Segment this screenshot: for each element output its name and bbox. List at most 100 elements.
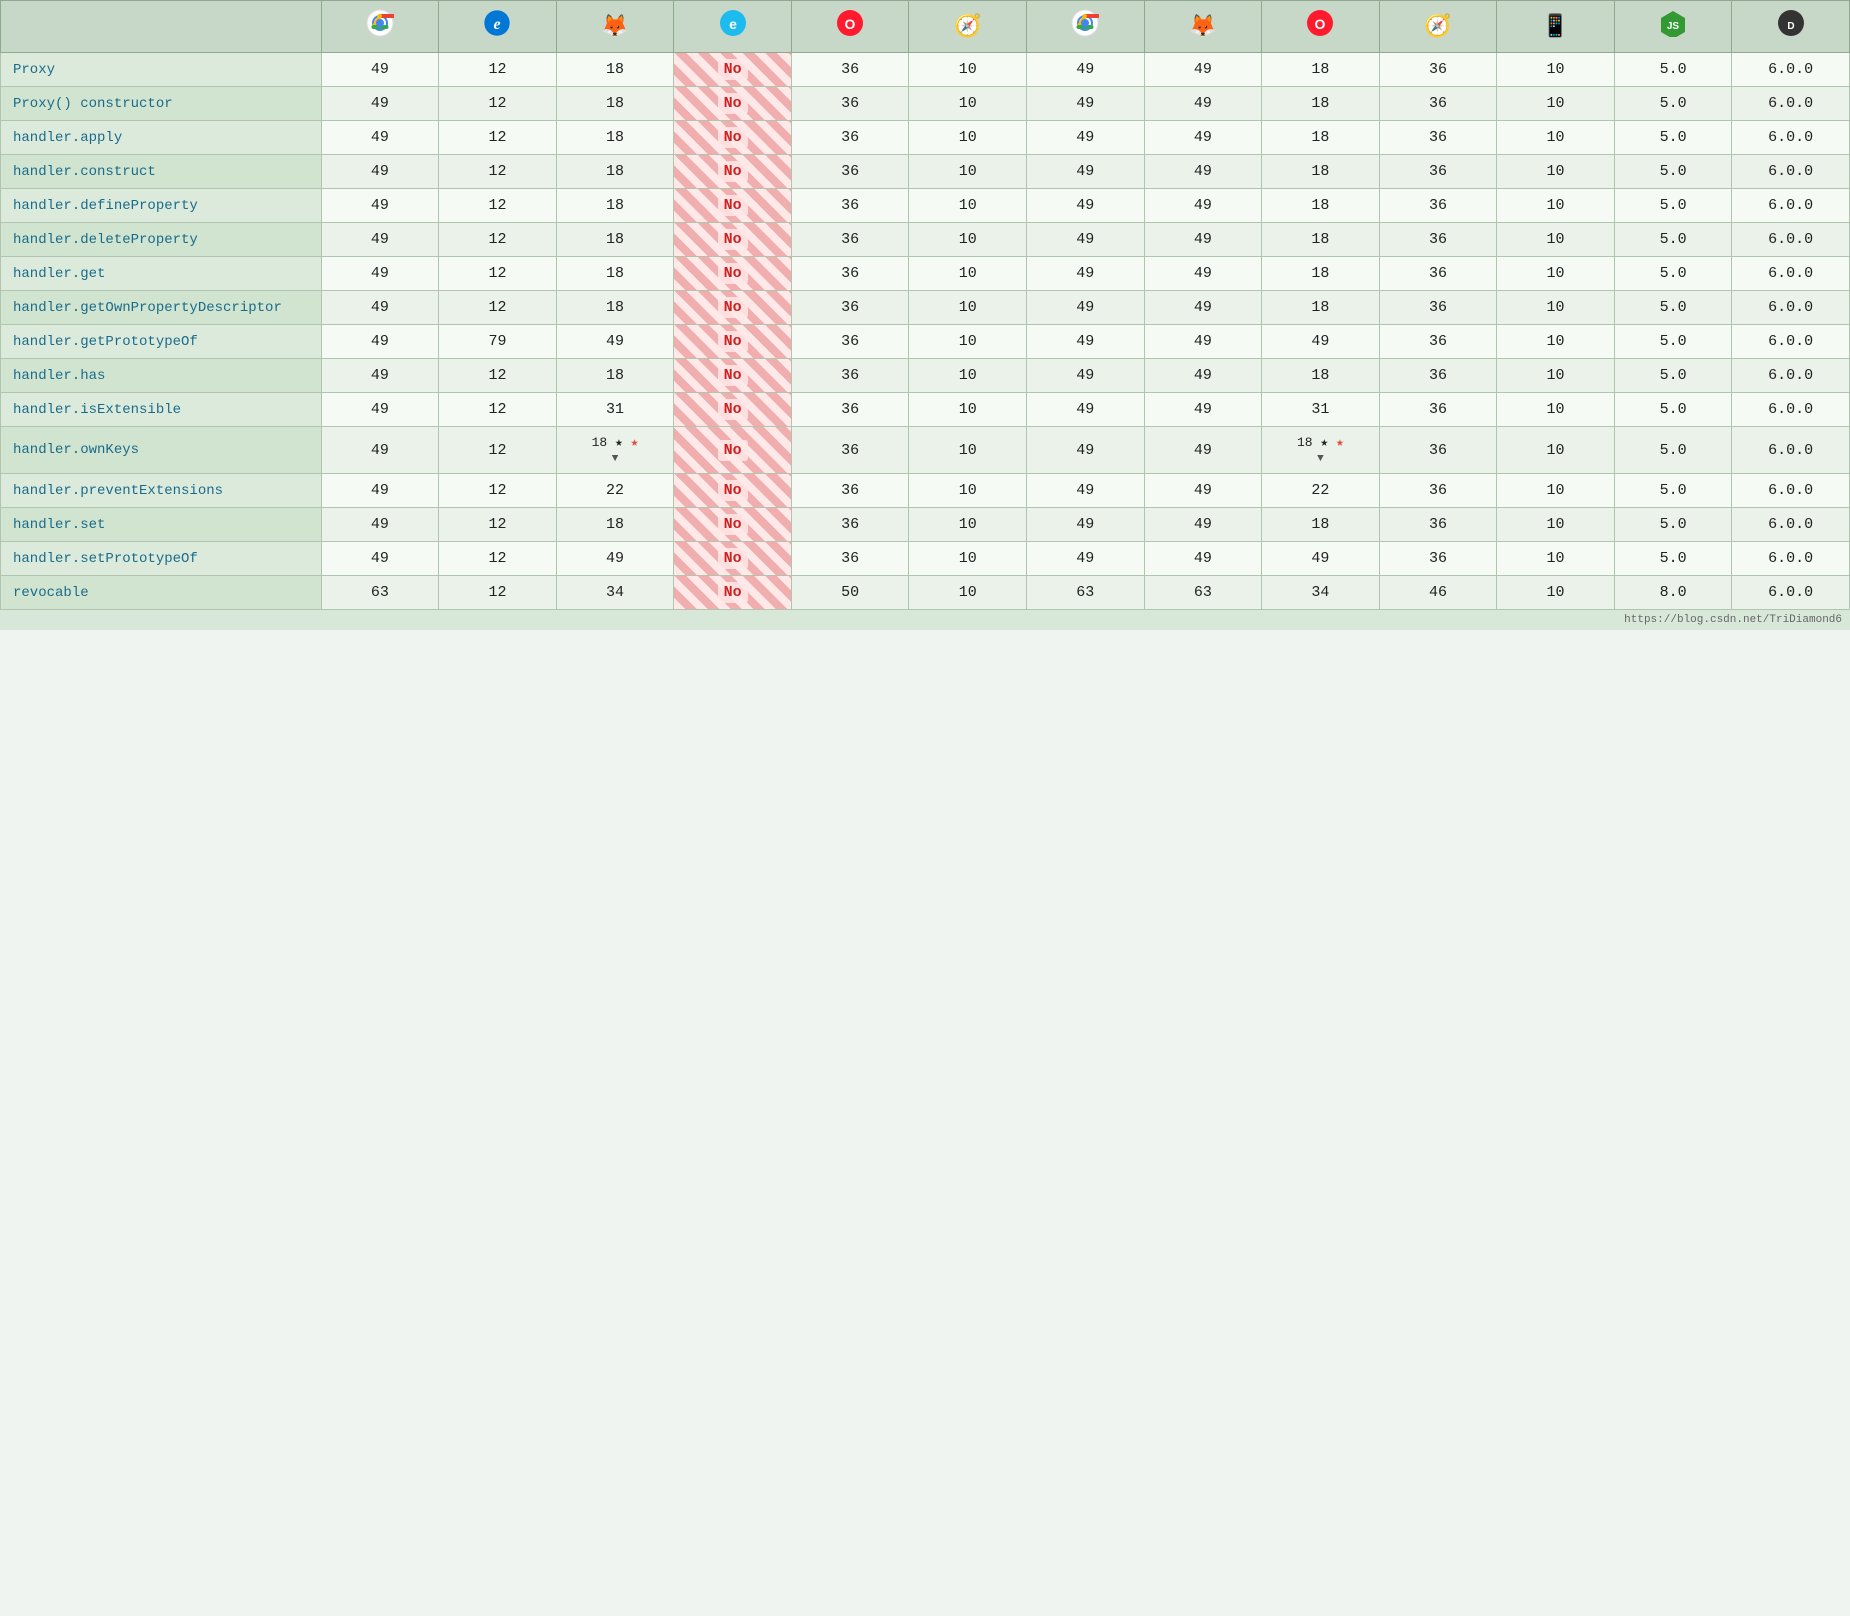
chrome-android-col-header	[1027, 1, 1145, 53]
no-support-cell: No	[674, 121, 792, 155]
table-row: Proxy491218No361049491836105.06.0.0	[1, 53, 1850, 87]
version-cell: 5.0	[1614, 257, 1732, 291]
version-cell: 18	[1262, 87, 1380, 121]
version-cell: 5.0	[1614, 121, 1732, 155]
version-cell: 18	[1262, 223, 1380, 257]
version-cell: 5.0	[1614, 474, 1732, 508]
version-cell: 10	[1497, 53, 1615, 87]
version-cell: 10	[1497, 325, 1615, 359]
version-cell: 49	[1027, 257, 1145, 291]
version-cell: 34	[1262, 576, 1380, 610]
version-cell: 10	[1497, 427, 1615, 474]
version-cell: 10	[909, 291, 1027, 325]
version-cell: 50	[791, 576, 909, 610]
version-cell: 79	[439, 325, 557, 359]
version-cell: 36	[791, 474, 909, 508]
version-cell: 6.0.0	[1732, 223, 1850, 257]
version-cell: 49	[1144, 542, 1262, 576]
version-cell: 49	[321, 53, 439, 87]
version-cell: 49	[1027, 121, 1145, 155]
no-support-cell: No	[674, 325, 792, 359]
version-cell: 31	[1262, 393, 1380, 427]
safari-ios-col-header: 🧭	[1379, 1, 1497, 53]
version-cell: 18	[556, 155, 674, 189]
no-support-cell: No	[674, 53, 792, 87]
version-cell: 5.0	[1614, 325, 1732, 359]
version-cell: 18	[556, 53, 674, 87]
version-cell: 18	[1262, 155, 1380, 189]
version-cell: 18	[1262, 291, 1380, 325]
version-cell: 12	[439, 576, 557, 610]
version-cell: 36	[791, 508, 909, 542]
version-cell: 49	[1027, 87, 1145, 121]
version-cell: 49	[321, 291, 439, 325]
version-cell: 36	[791, 359, 909, 393]
version-cell: 49	[1144, 257, 1262, 291]
version-cell: 10	[909, 189, 1027, 223]
no-support-cell: No	[674, 155, 792, 189]
version-cell: 49	[321, 325, 439, 359]
version-cell: 49	[1027, 291, 1145, 325]
version-cell: 49	[1144, 508, 1262, 542]
version-cell: 49	[1262, 325, 1380, 359]
version-cell: 34	[556, 576, 674, 610]
samsung-icon: 📱	[1542, 14, 1569, 40]
table-row: handler.deleteProperty491218No3610494918…	[1, 223, 1850, 257]
version-cell: 18	[556, 508, 674, 542]
svg-text:e: e	[494, 16, 501, 33]
version-cell: 10	[1497, 393, 1615, 427]
version-cell: 36	[791, 325, 909, 359]
opera-icon: O	[836, 9, 864, 44]
no-support-cell: No	[674, 542, 792, 576]
version-cell: 10	[1497, 474, 1615, 508]
version-cell: 49	[1027, 325, 1145, 359]
version-cell: 18	[1262, 508, 1380, 542]
version-cell: 49	[1027, 223, 1145, 257]
version-cell: 49	[321, 189, 439, 223]
svg-text:e: e	[729, 16, 737, 32]
no-support-cell: No	[674, 223, 792, 257]
table-row: handler.isExtensible491231No361049493136…	[1, 393, 1850, 427]
no-support-cell: No	[674, 189, 792, 223]
compatibility-table-container: e 🦊 e	[0, 0, 1850, 630]
version-cell: 5.0	[1614, 291, 1732, 325]
version-cell: 36	[1379, 121, 1497, 155]
version-cell: 49	[1144, 121, 1262, 155]
version-cell: 6.0.0	[1732, 155, 1850, 189]
table-row: handler.apply491218No361049491836105.06.…	[1, 121, 1850, 155]
version-cell: 49	[1144, 189, 1262, 223]
feature-name-cell: handler.get	[1, 257, 322, 291]
version-cell: 18 ★ ★▼	[1262, 427, 1380, 474]
version-cell: 36	[791, 189, 909, 223]
version-cell: 49	[1144, 291, 1262, 325]
chrome-col-header	[321, 1, 439, 53]
header-row: e 🦊 e	[1, 1, 1850, 53]
nodejs-col-header: JS	[1614, 1, 1732, 53]
version-cell: 5.0	[1614, 359, 1732, 393]
version-cell: 18	[556, 359, 674, 393]
version-cell: 12	[439, 223, 557, 257]
version-cell: 36	[1379, 325, 1497, 359]
version-cell: 12	[439, 53, 557, 87]
version-cell: 10	[909, 542, 1027, 576]
version-cell: 49	[1144, 359, 1262, 393]
firefox-android-col-header: 🦊	[1144, 1, 1262, 53]
feature-col-header	[1, 1, 322, 53]
version-cell: 5.0	[1614, 427, 1732, 474]
version-cell: 49	[321, 542, 439, 576]
version-cell: 18	[1262, 359, 1380, 393]
feature-name-cell: handler.construct	[1, 155, 322, 189]
version-cell: 6.0.0	[1732, 508, 1850, 542]
version-cell: 10	[1497, 155, 1615, 189]
version-cell: 12	[439, 474, 557, 508]
table-row: handler.get491218No361049491836105.06.0.…	[1, 257, 1850, 291]
version-cell: 18	[556, 189, 674, 223]
version-cell: 49	[321, 121, 439, 155]
version-cell: 22	[1262, 474, 1380, 508]
table-row: handler.defineProperty491218No3610494918…	[1, 189, 1850, 223]
version-cell: 49	[321, 87, 439, 121]
version-cell: 12	[439, 393, 557, 427]
version-cell: 12	[439, 542, 557, 576]
version-cell: 49	[321, 359, 439, 393]
version-cell: 49	[556, 542, 674, 576]
